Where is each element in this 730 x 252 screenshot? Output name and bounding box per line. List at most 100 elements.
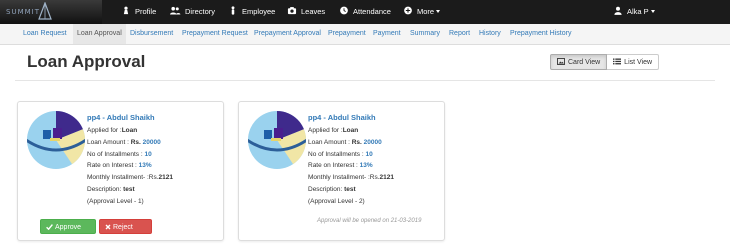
approval-level: (Approval Level - 1) [87,198,144,205]
loan-card: pp4 - Abdul Shaikh Applied for :Loan Loa… [17,101,224,241]
loan-amount-value: 20000 [363,139,382,146]
monthly-installment-value: 2121 [158,174,173,181]
nav-profile[interactable]: Profile [121,0,156,24]
user-icon [614,6,622,15]
nav-profile-label: Profile [135,7,157,16]
employee-name[interactable]: pp4 - Abdul Shaikh [308,113,376,122]
subnav-prepayment-request[interactable]: Prepayment Request [178,24,252,44]
nav-leaves-label: Leaves [301,7,326,16]
applied-for-value: Loan [342,127,359,134]
chevron-down-icon [650,10,655,13]
loan-amount-row: Loan Amount : Rs. 20000 [87,139,161,146]
logo-text: SUMMIT [6,8,40,16]
logo[interactable]: SUMMIT [0,0,102,24]
list-view-label: List View [624,59,653,66]
subnav-prepayment-history[interactable]: Prepayment History [506,24,575,44]
installments-value: 10 [365,151,373,158]
nav-employee[interactable]: Employee [228,0,275,24]
user-icon [231,6,235,15]
interest-rate-row: Rate on Interest : 13% [87,162,152,169]
subnav-loan-request[interactable]: Loan Request [19,24,71,44]
description-label: Description: [308,186,345,193]
avatar [27,111,85,169]
interest-rate-row: Rate on Interest : 13% [308,162,373,169]
logo-mark-icon [38,2,52,20]
check-icon [46,223,53,230]
close-icon [105,224,111,229]
approval-opening-note: Approval will be opened on 21-03-2019 [317,218,422,224]
monthly-installment-row: Monthly Installment- :Rs.2121 [87,174,173,181]
description-row: Description: test [308,186,356,193]
loan-subnav: Loan Request Loan Approval Disbursement … [0,24,730,45]
monthly-installment-label: Monthly Installment- :Rs. [308,174,380,181]
description-row: Description: test [87,186,135,193]
subnav-summary[interactable]: Summary [406,24,444,44]
installments-row: No of Installments : 10 [308,151,373,158]
subnav-loan-approval[interactable]: Loan Approval [73,24,126,44]
card-view-button[interactable]: Card View [550,54,608,70]
subnav-report[interactable]: Report [445,24,474,44]
installments-value: 10 [144,151,152,158]
nav-attendance[interactable]: Attendance [339,0,391,24]
camera-icon [287,7,297,15]
reject-button[interactable]: Reject [99,219,152,234]
subnav-history[interactable]: History [475,24,505,44]
nav-directory[interactable]: Directory [169,0,215,24]
loan-amount-label: Loan Amount : [87,139,131,146]
page-title: Loan Approval [27,52,146,71]
applied-for-row: Applied for :Loan [87,127,137,134]
description-value: test [123,186,135,193]
chevron-down-icon [436,10,441,13]
top-navbar: SUMMIT Profile Directory Employee Leaves… [0,0,730,24]
interest-rate-value: 13% [138,162,152,169]
nav-more-label: More [417,7,435,16]
approve-button[interactable]: Approve [40,219,96,234]
picture-icon [557,58,565,65]
applied-for-row: Applied for :Loan [308,127,358,134]
nav-leaves[interactable]: Leaves [287,0,325,24]
loan-amount-value: 20000 [142,139,161,146]
nav-attendance-label: Attendance [353,7,391,16]
card-view-label: Card View [568,59,601,66]
loan-amount-row: Loan Amount : Rs. 20000 [308,139,382,146]
nav-more[interactable]: More [403,0,441,24]
avatar [248,111,306,169]
loan-amount-currency: Rs. [351,139,362,146]
list-icon [613,58,622,65]
chess-pawn-icon [123,6,129,15]
subnav-payment[interactable]: Payment [369,24,405,44]
nav-directory-label: Directory [185,7,216,16]
subnav-disbursement[interactable]: Disbursement [126,24,177,44]
loan-card: pp4 - Abdul Shaikh Applied for :Loan Loa… [238,101,445,241]
loan-amount-currency: Rs. [130,139,141,146]
applied-for-value: Loan [121,127,138,134]
clock-icon [340,6,348,15]
interest-rate-value: 13% [359,162,373,169]
users-icon [170,6,181,15]
view-toggle: Card View List View [550,54,660,70]
monthly-installment-value: 2121 [379,174,394,181]
installments-label: No of Installments : [308,151,366,158]
applied-for-label: Applied for : [308,127,343,134]
reject-label: Reject [113,224,133,231]
approve-label: Approve [55,224,82,231]
user-menu[interactable]: Alka P [613,0,655,24]
subnav-prepayment[interactable]: Prepayment [324,24,370,44]
monthly-installment-label: Monthly Installment- :Rs. [87,174,159,181]
employee-name[interactable]: pp4 - Abdul Shaikh [87,113,155,122]
loan-amount-label: Loan Amount : [308,139,352,146]
list-view-button[interactable]: List View [607,54,660,70]
plus-circle-icon [404,6,412,15]
approval-level: (Approval Level - 2) [308,198,365,205]
nav-employee-label: Employee [242,7,276,16]
user-menu-label: Alka P [627,7,649,16]
applied-for-label: Applied for : [87,127,122,134]
installments-row: No of Installments : 10 [87,151,152,158]
subnav-prepayment-approval[interactable]: Prepayment Approval [250,24,325,44]
monthly-installment-row: Monthly Installment- :Rs.2121 [308,174,394,181]
interest-rate-label: Rate on Interest : [87,162,139,169]
header-divider [15,80,715,81]
description-value: test [344,186,356,193]
installments-label: No of Installments : [87,151,145,158]
interest-rate-label: Rate on Interest : [308,162,360,169]
